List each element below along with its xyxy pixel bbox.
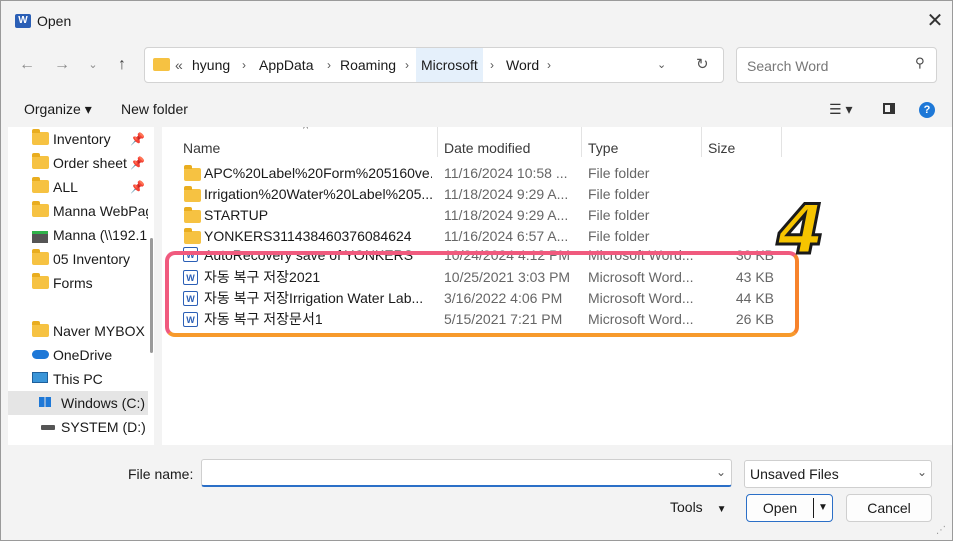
nav-item-order-sheet[interactable]: Order sheet 📌 bbox=[8, 151, 148, 175]
cancel-button[interactable]: Cancel bbox=[846, 494, 932, 522]
folder-icon bbox=[184, 165, 201, 181]
close-button[interactable]: ✕ bbox=[921, 7, 949, 35]
annotation-highlight-box bbox=[165, 251, 799, 337]
open-dialog: W Open ✕ ← → ⌄ ↑ « hyung › AppData › Roa… bbox=[0, 0, 953, 541]
new-folder-button[interactable]: New folder bbox=[121, 101, 188, 117]
column-divider[interactable] bbox=[437, 127, 438, 157]
breadcrumb-microsoft[interactable]: Microsoft bbox=[416, 48, 483, 82]
word-app-icon: W bbox=[15, 14, 31, 28]
nav-item-this-pc[interactable]: This PC bbox=[8, 367, 148, 391]
view-options-icon[interactable]: ☰ ▾ bbox=[829, 101, 852, 118]
refresh-icon[interactable]: ↻ bbox=[696, 48, 709, 82]
column-header-date[interactable]: Date modified bbox=[444, 133, 530, 163]
column-divider[interactable] bbox=[581, 127, 582, 157]
file-name-label: File name: bbox=[128, 466, 194, 482]
address-dropdown-chevron-icon[interactable]: ⌄ bbox=[657, 48, 666, 82]
nav-item-windows-c[interactable]: Windows (C:) bbox=[8, 391, 148, 415]
preview-pane-icon[interactable] bbox=[883, 103, 895, 114]
up-arrow-icon[interactable]: ↑ bbox=[112, 55, 132, 75]
back-arrow-icon[interactable]: ← bbox=[17, 55, 37, 75]
pin-icon: 📌 bbox=[130, 180, 145, 194]
search-icon[interactable]: ⚲ bbox=[915, 55, 925, 71]
folder-icon bbox=[32, 201, 49, 217]
help-icon[interactable]: ? bbox=[919, 102, 935, 118]
window-title: Open bbox=[37, 13, 72, 29]
breadcrumb-word[interactable]: Word bbox=[506, 48, 539, 82]
nav-item-05-inventory[interactable]: 05 Inventory bbox=[8, 247, 148, 271]
title-bar: W Open ✕ bbox=[1, 1, 952, 41]
open-label: Open bbox=[762, 500, 798, 516]
file-row[interactable]: YONKERS311438460376084624 11/16/2024 6:5… bbox=[162, 226, 952, 247]
recent-locations-chevron-icon[interactable]: ⌄ bbox=[83, 55, 103, 75]
file-row[interactable]: STARTUP 11/18/2024 9:29 A... File folder bbox=[162, 205, 952, 226]
column-header-name[interactable]: Name bbox=[183, 133, 220, 163]
chevron-right-icon[interactable]: › bbox=[327, 48, 331, 82]
folder-icon bbox=[32, 153, 49, 169]
column-divider[interactable] bbox=[701, 127, 702, 157]
chevron-right-icon[interactable]: › bbox=[547, 48, 551, 82]
column-divider[interactable] bbox=[781, 127, 782, 157]
chevron-right-icon[interactable]: › bbox=[405, 48, 409, 82]
file-name-field[interactable]: ⌄ bbox=[201, 459, 732, 487]
folder-icon bbox=[32, 129, 49, 145]
file-type-filter-value: Unsaved Files bbox=[750, 466, 839, 482]
computer-icon bbox=[32, 372, 48, 383]
pin-icon: 📌 bbox=[130, 156, 145, 170]
onedrive-cloud-icon bbox=[32, 350, 49, 359]
network-drive-icon bbox=[32, 231, 48, 243]
navigation-pane: Inventory 📌 Order sheet 📌 ALL 📌 Manna We… bbox=[8, 127, 154, 445]
drive-icon bbox=[41, 425, 55, 430]
organize-button[interactable]: Organize ▾ bbox=[24, 101, 92, 118]
navigation-scrollbar[interactable] bbox=[150, 238, 153, 353]
annotation-number: 4 bbox=[775, 190, 825, 272]
file-row[interactable]: Irrigation%20Water%20Label%205... 11/18/… bbox=[162, 184, 952, 205]
chevron-down-icon: ▼ bbox=[716, 504, 727, 515]
column-header-size[interactable]: Size bbox=[708, 133, 735, 163]
address-bar[interactable]: « hyung › AppData › Roaming › Microsoft … bbox=[144, 47, 724, 83]
search-input[interactable] bbox=[745, 55, 909, 77]
nav-item-naver-mybox[interactable]: Naver MYBOX bbox=[8, 319, 148, 343]
breadcrumb-roaming[interactable]: Roaming bbox=[340, 48, 396, 82]
folder-icon bbox=[32, 177, 49, 193]
tools-label: Tools bbox=[670, 499, 703, 515]
pin-icon: 📌 bbox=[130, 132, 145, 146]
windows-drive-icon bbox=[39, 397, 51, 407]
file-type-filter[interactable]: Unsaved Files ⌄ bbox=[744, 460, 932, 488]
folder-icon bbox=[184, 207, 201, 223]
chevron-right-icon[interactable]: › bbox=[242, 48, 246, 82]
folder-icon bbox=[32, 249, 49, 265]
folder-icon bbox=[184, 186, 201, 202]
nav-item-manna-network[interactable]: Manna (\\192.1 bbox=[8, 223, 148, 247]
search-box[interactable]: ⚲ bbox=[736, 47, 937, 83]
folder-icon bbox=[153, 58, 170, 71]
nav-item-inventory[interactable]: Inventory 📌 bbox=[8, 127, 148, 151]
file-row[interactable]: APC%20Label%20Form%205160ve... 11/16/202… bbox=[162, 163, 952, 184]
chevron-right-icon[interactable]: › bbox=[490, 48, 494, 82]
nav-item-all[interactable]: ALL 📌 bbox=[8, 175, 148, 199]
nav-item-onedrive[interactable]: OneDrive bbox=[8, 343, 148, 367]
column-header-type[interactable]: Type bbox=[588, 133, 618, 163]
nav-item-manna-webpage[interactable]: Manna WebPag bbox=[8, 199, 148, 223]
breadcrumb-overflow[interactable]: « bbox=[175, 48, 183, 82]
breadcrumb-hyung[interactable]: hyung bbox=[192, 48, 230, 82]
open-dropdown-chevron-icon[interactable]: ▼ bbox=[815, 495, 831, 521]
split-divider bbox=[813, 498, 814, 518]
chevron-down-icon[interactable]: ⌄ bbox=[917, 465, 927, 479]
nav-item-system-d[interactable]: SYSTEM (D:) bbox=[8, 415, 148, 439]
tools-button[interactable]: Tools ▼ bbox=[670, 499, 726, 515]
folder-icon bbox=[32, 321, 49, 337]
open-button[interactable]: Open ▼ bbox=[746, 494, 833, 522]
chevron-down-icon[interactable]: ⌄ bbox=[716, 465, 726, 479]
folder-icon bbox=[184, 228, 201, 244]
resize-grip-icon[interactable]: ⋰ bbox=[936, 525, 946, 536]
file-name-input[interactable] bbox=[206, 464, 710, 484]
breadcrumb-appdata[interactable]: AppData bbox=[259, 48, 313, 82]
nav-item-forms[interactable]: Forms bbox=[8, 271, 148, 295]
sort-ascending-icon: ^ bbox=[303, 127, 309, 135]
folder-icon bbox=[32, 273, 49, 289]
forward-arrow-icon[interactable]: → bbox=[52, 55, 72, 75]
